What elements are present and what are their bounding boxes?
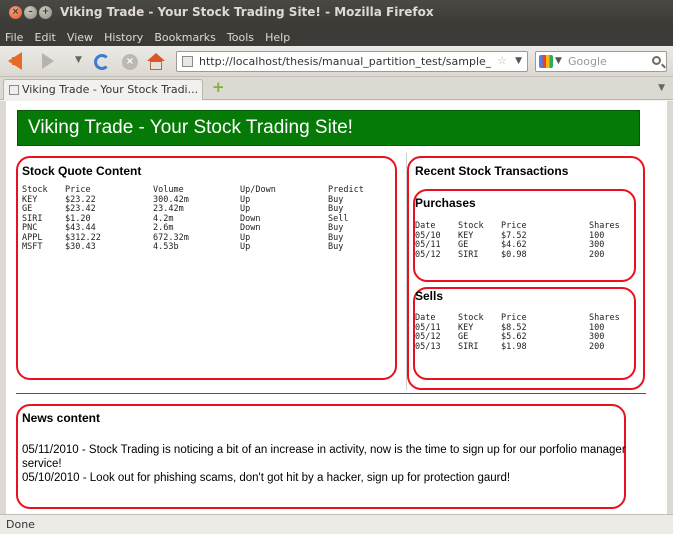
section-divider (16, 393, 646, 394)
navigation-toolbar: ▼ × http://localhost/thesis/manual_parti… (0, 46, 673, 77)
page-favicon-icon (182, 56, 193, 67)
minimize-icon: – (28, 7, 33, 17)
stop-icon[interactable]: × (122, 54, 138, 70)
home-wall (150, 61, 162, 70)
site-banner: Viking Trade - Your Stock Trading Site! (17, 110, 640, 146)
shares-cell: 200 (589, 341, 605, 352)
engine-dropdown-icon[interactable]: ▼ (555, 56, 562, 66)
menu-tools[interactable]: Tools (227, 28, 254, 44)
date-cell: 05/13 (415, 341, 441, 352)
google-engine-icon[interactable] (539, 55, 553, 68)
news-item: 05/11/2010 - Stock Trading is noticing a… (22, 444, 626, 470)
menu-history[interactable]: History (104, 28, 143, 44)
menu-view[interactable]: View (67, 28, 93, 44)
stock-quote-table: Stock Price Volume Up/Down Predict KEY $… (22, 185, 378, 253)
tab-label: Viking Trade - Your Stock Tradi... (22, 83, 199, 96)
volume-cell: 4.53b (153, 242, 179, 252)
status-text: Done (6, 518, 35, 531)
site-title: Viking Trade - Your Stock Trading Site! (28, 117, 353, 138)
window-close-button[interactable]: × (9, 6, 22, 19)
menu-edit[interactable]: Edit (35, 28, 56, 44)
tab-list-dropdown-icon[interactable]: ▼ (658, 83, 665, 93)
history-dropdown-icon[interactable]: ▼ (75, 55, 82, 65)
window-title: Viking Trade - Your Stock Trading Site! … (60, 5, 434, 19)
url-dropdown-icon[interactable]: ▼ (515, 56, 522, 66)
window-minimize-button[interactable]: – (24, 6, 37, 19)
updown-cell: Down (240, 223, 261, 233)
updown-cell: Up (240, 232, 251, 243)
tab-viking-trade[interactable]: Viking Trade - Your Stock Tradi... (3, 79, 203, 100)
status-bar: Done (0, 514, 673, 534)
close-icon: × (11, 7, 20, 17)
tab-favicon-icon (9, 85, 19, 95)
home-roof (147, 53, 165, 61)
tab-bar: Viking Trade - Your Stock Tradi... + ▼ (0, 77, 673, 100)
recent-transactions-heading: Recent Stock Transactions (415, 164, 569, 178)
updown-cell: Up (240, 242, 251, 252)
news-item: 05/10/2010 - Look out for phishing scams… (22, 472, 511, 484)
table-row: MSFT $30.43 4.53b Up Buy (22, 242, 378, 253)
title-bar: × – + Viking Trade - Your Stock Trading … (0, 0, 673, 26)
table-row: 05/13 SIRI $1.98 200 (415, 341, 620, 353)
maximize-icon: + (41, 7, 50, 17)
menu-bookmarks[interactable]: Bookmarks (154, 28, 215, 44)
url-bar[interactable]: http://localhost/thesis/manual_partition… (176, 51, 528, 72)
stock-quote-heading: Stock Quote Content (22, 164, 142, 178)
page-content: Viking Trade - Your Stock Trading Site! … (0, 101, 673, 514)
new-tab-plus-icon[interactable]: + (212, 80, 225, 95)
url-text[interactable]: http://localhost/thesis/manual_partition… (199, 55, 491, 68)
search-icon[interactable] (652, 56, 661, 65)
browser-window: × – + Viking Trade - Your Stock Trading … (0, 0, 673, 534)
shares-cell: 200 (589, 249, 605, 260)
price-cell: $1.98 (501, 341, 527, 352)
column-header: Up/Down (240, 185, 276, 195)
stock-cell: SIRI (458, 341, 479, 352)
back-arrow-icon[interactable] (8, 52, 22, 70)
window-maximize-button[interactable]: + (39, 6, 52, 19)
search-placeholder[interactable]: Google (568, 55, 607, 68)
sells-table: Date Stock Price Shares 05/11 KEY $8.52 … (415, 313, 620, 353)
table-row: 05/12 SIRI $0.98 200 (415, 249, 620, 261)
sells-heading: Sells (415, 289, 444, 303)
stock-cell: SIRI (458, 249, 479, 260)
reload-icon[interactable] (94, 54, 110, 70)
stock-cell: MSFT (22, 242, 43, 252)
updown-cell: Up (240, 194, 251, 205)
bookmark-star-icon[interactable]: ☆ (497, 54, 507, 67)
price-cell: $0.98 (501, 249, 527, 260)
search-bar[interactable]: ▼ Google (535, 51, 667, 72)
predict-cell: Buy (328, 242, 344, 252)
purchases-heading: Purchases (415, 196, 476, 210)
date-cell: 05/12 (415, 249, 441, 260)
menu-help[interactable]: Help (265, 28, 290, 44)
purchases-table: Date Stock Price Shares 05/10 KEY $7.52 … (415, 221, 620, 261)
news-heading: News content (22, 411, 101, 425)
menu-bar: File Edit View History Bookmarks Tools H… (0, 26, 673, 46)
forward-arrow-icon[interactable] (42, 53, 54, 69)
menu-file[interactable]: File (5, 28, 23, 44)
home-icon[interactable] (147, 53, 165, 71)
price-cell: $30.43 (65, 242, 96, 252)
